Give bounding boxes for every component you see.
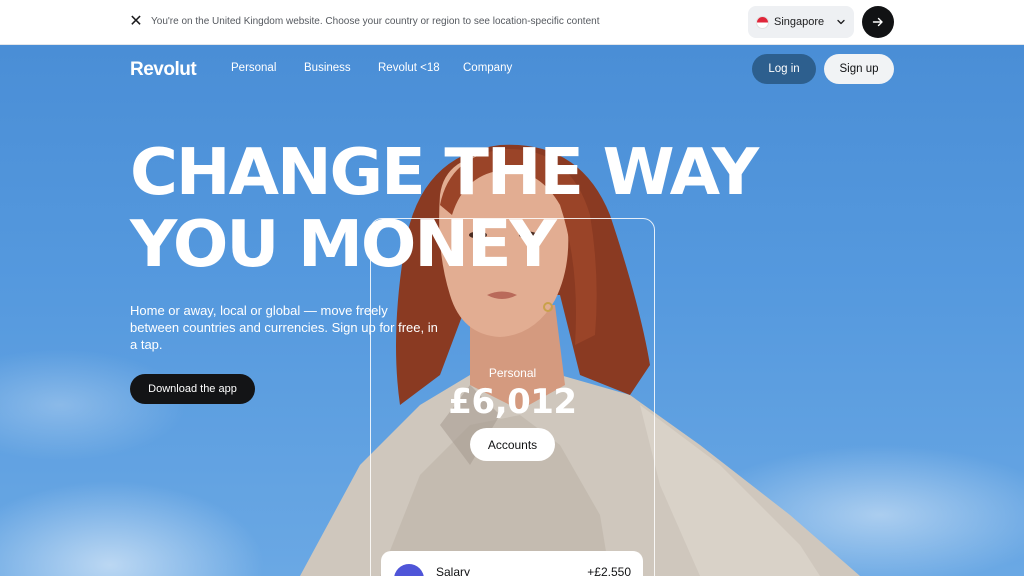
hero-subtext: Home or away, local or global — move fre… (130, 303, 438, 352)
account-label: Personal (488, 366, 537, 380)
singapore-flag-icon (756, 15, 769, 29)
account-balance: £6,012 (448, 382, 577, 422)
transaction-amount: +£2,550 (587, 565, 631, 576)
transaction-icon (394, 564, 424, 576)
nav-item-business[interactable]: Business (304, 62, 351, 74)
country-select-label: Singapore (774, 16, 825, 28)
hero-section: Revolut Personal Business Revolut <18 Co… (0, 45, 1024, 576)
region-message: You're on the United Kingdom website. Ch… (151, 16, 600, 27)
revolut-logo[interactable]: Revolut (130, 59, 197, 81)
go-button[interactable] (862, 6, 894, 38)
nav-item-personal[interactable]: Personal (231, 62, 276, 74)
transaction-title: Salary (436, 565, 471, 576)
chevron-down-icon (837, 19, 845, 25)
arrow-right-icon (872, 17, 883, 27)
hero-headline: CHANGE THE WAY YOU MONEY (130, 136, 759, 282)
hero-headline-line1: CHANGE THE WAY (130, 136, 759, 210)
login-button[interactable]: Log in (752, 54, 816, 84)
nav-item-company[interactable]: Company (463, 62, 512, 74)
hero-headline-line2: YOU MONEY (130, 208, 557, 282)
transaction-card: Salary +£2,550 (381, 551, 643, 576)
close-icon[interactable]: ✕ (128, 14, 144, 30)
region-banner: ✕ You're on the United Kingdom website. … (0, 0, 1024, 45)
signup-button[interactable]: Sign up (824, 54, 894, 84)
download-app-button[interactable]: Download the app (130, 374, 255, 404)
country-select[interactable]: Singapore (748, 6, 854, 38)
accounts-button[interactable]: Accounts (470, 428, 555, 461)
nav-item-revolut-under-18[interactable]: Revolut <18 (378, 62, 440, 74)
